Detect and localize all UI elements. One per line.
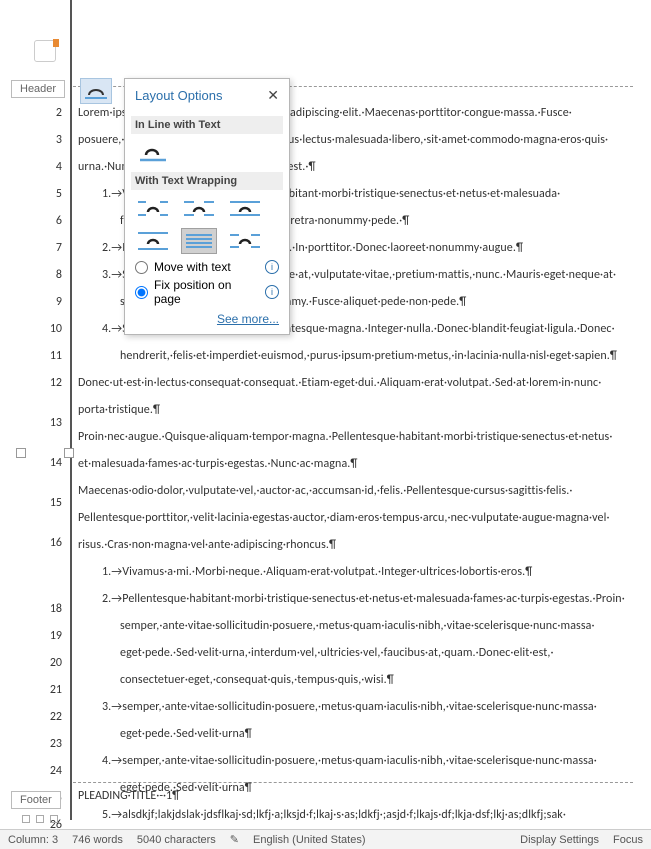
wrap-tight-icon[interactable] [181, 196, 217, 222]
wrap-through-icon[interactable] [227, 196, 263, 222]
fix-position-option[interactable]: Fix position on page i [135, 278, 279, 306]
layout-options-flyout: Layout Options ✕ In Line with Text With … [124, 78, 290, 335]
resize-handle[interactable] [16, 448, 26, 458]
wrap-behind-icon[interactable] [181, 228, 217, 254]
wrap-section-label: With Text Wrapping [131, 172, 283, 190]
move-with-text-radio[interactable] [135, 261, 148, 274]
bottom-ruler-markers [22, 815, 62, 823]
vertical-ruler-marker[interactable] [34, 40, 56, 62]
info-icon[interactable]: i [265, 285, 279, 299]
resize-handle[interactable] [64, 448, 74, 458]
see-more-link[interactable]: See more... [135, 312, 279, 326]
status-focus[interactable]: Focus [613, 834, 643, 846]
status-spellcheck-icon[interactable]: ✎ [230, 833, 239, 846]
status-display-settings[interactable]: Display Settings [520, 834, 599, 846]
line-numbers: 2345678910111213141516181920212223242526… [0, 100, 62, 849]
status-column[interactable]: Column: 3 [8, 834, 58, 846]
wrap-square-icon[interactable] [135, 196, 171, 222]
flyout-title: Layout Options [135, 88, 222, 103]
wrap-topbottom-icon[interactable] [135, 228, 171, 254]
wrap-front-icon[interactable] [227, 228, 263, 254]
footer-region-tab[interactable]: Footer [11, 791, 61, 809]
status-chars[interactable]: 5040 characters [137, 834, 216, 846]
fix-position-radio[interactable] [135, 286, 148, 299]
status-bar: Column: 3 746 words 5040 characters ✎ En… [0, 829, 651, 849]
move-with-text-label: Move with text [154, 260, 231, 274]
close-icon[interactable]: ✕ [267, 87, 279, 104]
status-words[interactable]: 746 words [72, 834, 123, 846]
layout-options-trigger[interactable] [80, 78, 112, 104]
info-icon[interactable]: i [265, 260, 279, 274]
fix-position-label: Fix position on page [154, 278, 240, 306]
wrap-inline-icon[interactable] [135, 140, 171, 166]
status-lang[interactable]: English (United States) [253, 834, 366, 846]
header-region-tab[interactable]: Header [11, 80, 65, 98]
inline-section-label: In Line with Text [131, 116, 283, 134]
move-with-text-option[interactable]: Move with text i [135, 260, 279, 274]
